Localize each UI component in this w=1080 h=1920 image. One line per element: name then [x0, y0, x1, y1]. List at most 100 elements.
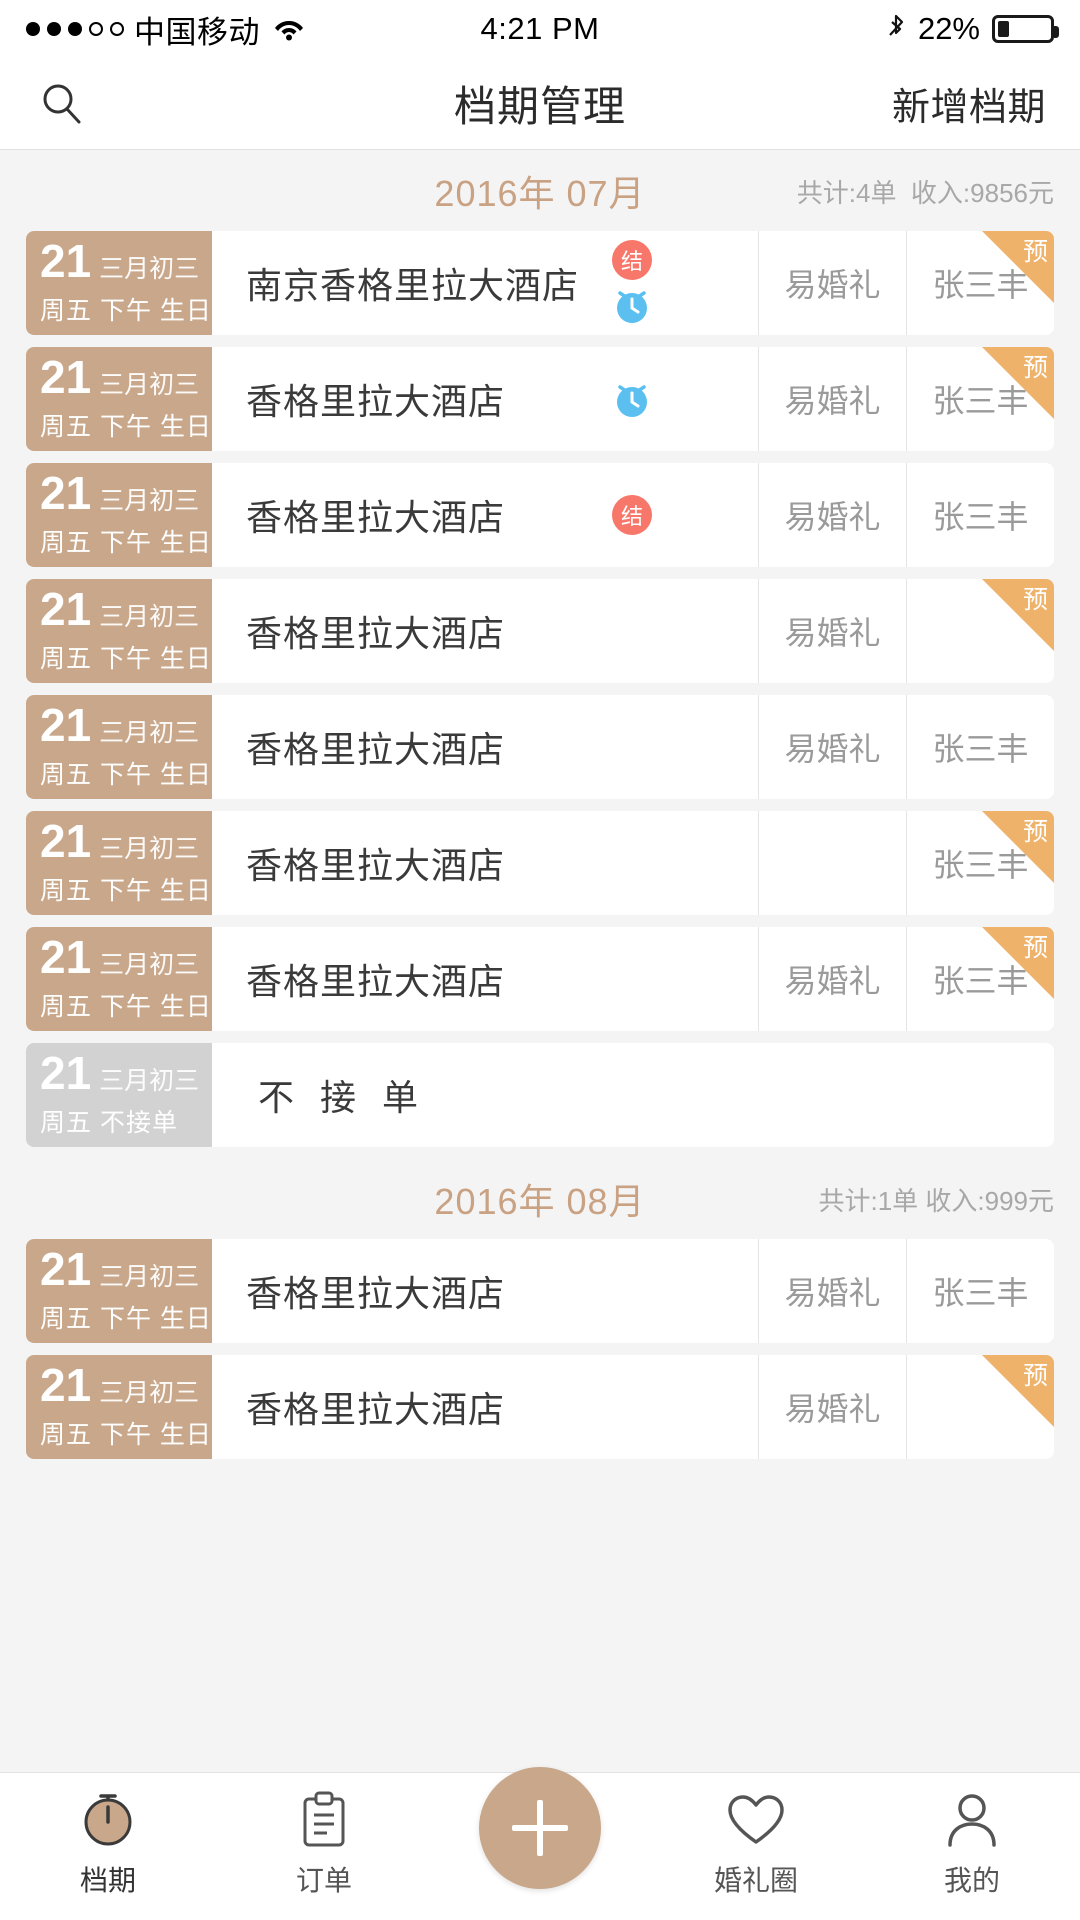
venue-label: 香格里拉大酒店 [246, 381, 506, 422]
card-body: 不 接 单 [212, 1043, 1054, 1147]
status-badges [606, 579, 658, 683]
date-day: 21 [40, 1046, 92, 1099]
status-badges [606, 347, 658, 451]
tab-schedule[interactable]: 档期 [0, 1773, 216, 1899]
battery-icon [992, 15, 1059, 43]
card-body: 南京香格里拉大酒店结易婚礼 张三丰 [212, 231, 1054, 335]
venue-label: 香格里拉大酒店 [246, 845, 506, 886]
card-body: 香格里拉大酒店 易婚礼 张三丰 [212, 927, 1054, 1031]
date-detail: 周五 下午 生日宴 [40, 412, 238, 441]
month-header: 2016年 08月 共计:1单 收入:999元 [0, 1159, 1080, 1239]
company-label: 易婚礼 [758, 463, 906, 567]
battery-percent-label: 22% [917, 11, 980, 46]
reserved-ribbon: 预 [982, 231, 1054, 303]
schedule-list[interactable]: 2016年 07月 共计:4单 收入:9856元 21 三月初三 周五 下午 生日宴 南京… [0, 151, 1080, 1772]
status-bar-right: 22% [886, 11, 1059, 47]
schedule-card[interactable]: 21 三月初三 周五 下午 生日宴 香格里拉大酒店 张三丰预 [26, 811, 1054, 915]
date-day: 21 [40, 466, 92, 519]
card-body: 香格里拉大酒店 结 易婚礼 张三丰 [212, 463, 1054, 567]
alarm-clock-icon [611, 378, 653, 420]
date-badge: 21 三月初三周五 下午 生日宴 [26, 1239, 238, 1343]
company-label: 易婚礼 [758, 347, 906, 451]
plus-icon[interactable] [479, 1767, 601, 1889]
venue-label: 香格里拉大酒店 [246, 497, 506, 538]
date-badge: 21 三月初三 周五 下午 生日宴 [26, 927, 238, 1031]
tab-profile[interactable]: 我的 [864, 1773, 1080, 1899]
no-order-label: 不 接 单 [258, 1077, 427, 1118]
date-detail: 周五 下午 生日宴 [40, 992, 238, 1021]
reserved-ribbon: 预 [982, 927, 1054, 999]
schedule-clock-icon [79, 1791, 137, 1849]
schedule-card[interactable]: 21 三月初三 周五 下午 生日宴 香格里拉大酒店 易婚礼 预 [26, 579, 1054, 683]
date-lunar: 三月初三 [99, 834, 200, 863]
status-badges: 结 [606, 231, 658, 335]
month-summary: 共计:1单 收入:999元 [818, 1185, 1054, 1216]
date-lunar: 三月初三 [99, 486, 200, 515]
schedule-card[interactable]: 21 三月初三 周五 下午 生日宴 香格里拉大酒店 易婚礼 张三丰预 [26, 347, 1054, 451]
venue-label: 香格里拉大酒店 [246, 613, 506, 654]
company-label: 易婚礼 [758, 231, 906, 335]
tab-label: 档期 [79, 1865, 136, 1896]
ribbon-label: 预 [1022, 354, 1048, 382]
status-bar: 中国移动 4:21 PM 22% [0, 0, 1080, 58]
schedule-card[interactable]: 21 三月初三 周五 下午 生日宴 香格里拉大酒店 易婚礼 张三丰 [26, 1239, 1054, 1343]
company-label: 易婚礼 [758, 695, 906, 799]
date-day: 21 [40, 814, 92, 867]
date-day: 21 [40, 1242, 92, 1295]
person-label: 张三丰 [906, 1239, 1054, 1343]
card-body: 香格里拉大酒店 易婚礼 [212, 1355, 1054, 1459]
date-badge: 21 三月初三周五 下午 生日宴 [26, 695, 238, 799]
clipboard-icon [297, 1791, 351, 1849]
ribbon-label: 预 [1022, 818, 1048, 846]
date-badge: 21 三月初三 周五 下午 生日宴 [26, 231, 237, 335]
schedule-card[interactable]: 21 三月初三 周五 下午 生日宴 香格里拉大酒店 易婚礼 张三丰预 [26, 927, 1054, 1031]
tab-add[interactable] [432, 1767, 648, 1889]
venue-label: 香格里拉大酒店 [246, 729, 506, 770]
schedule-card[interactable]: 21 三月初三周五 下午 生日宴 香格里拉大酒店 易婚礼 张三丰 [26, 695, 1054, 799]
tab-bar: 档期 订单 婚礼圈 我的 [0, 1767, 1080, 1920]
venue-label: 香格里拉大酒店 [246, 1389, 506, 1430]
ribbon-label: 预 [1022, 1362, 1048, 1390]
date-lunar: 三月初三 [99, 718, 200, 747]
date-day: 21 [40, 1358, 92, 1411]
date-detail: 周五 下午 生日宴 [40, 1420, 238, 1449]
alarm-clock-icon [611, 284, 653, 326]
status-badges [606, 1239, 658, 1343]
date-badge: 21 三月初三周五 下午 生日宴 [26, 811, 238, 915]
date-lunar: 三月初三 [99, 370, 200, 399]
tab-orders[interactable]: 订单 [216, 1773, 432, 1899]
add-schedule-button[interactable]: 新增档期 [892, 76, 1046, 131]
company-label: 易婚礼 [758, 927, 906, 1031]
date-detail: 周五 下午 生日宴 [40, 644, 238, 673]
date-detail: 周五 下午 生日宴 [40, 528, 238, 557]
company-label: 易婚礼 [758, 1355, 906, 1459]
person-label: 张三丰 [906, 695, 1054, 799]
ribbon-label: 预 [1022, 586, 1048, 614]
schedule-card[interactable]: 21 三月初三周五 下午 生日宴 香格里拉大酒店 易婚礼 预 [26, 1355, 1054, 1459]
bluetooth-icon [886, 14, 906, 44]
status-badges [606, 811, 658, 915]
date-day: 21 [40, 698, 92, 751]
date-badge: 21 三月初三周五 下午 生日宴 [26, 1355, 238, 1459]
schedule-card[interactable]: 21 三月初三周五 下午 生日宴 香格里拉大酒店 结 易婚礼 张三丰 [26, 463, 1054, 567]
person-icon [943, 1791, 1001, 1849]
reserved-ribbon: 预 [982, 579, 1054, 651]
ribbon-label: 预 [1022, 934, 1048, 962]
month-summary: 共计:4单 收入:9856元 [796, 177, 1054, 208]
date-lunar: 三月初三 [99, 1262, 200, 1291]
tab-label: 婚礼圈 [713, 1865, 798, 1896]
reserved-ribbon: 预 [982, 347, 1054, 419]
date-detail: 周五 下午 生日宴 [40, 876, 238, 905]
date-detail: 周五 下午 生日宴 [40, 760, 238, 789]
heart-icon [726, 1791, 786, 1849]
month-header: 2016年 07月 共计:4单 收入:9856元 [0, 151, 1080, 231]
date-lunar: 三月初三 [99, 1378, 200, 1407]
date-detail: 周五 下午 生日宴 [40, 1304, 238, 1333]
company-label [758, 811, 906, 915]
venue-label: 香格里拉大酒店 [246, 961, 506, 1002]
tab-wedding-circle[interactable]: 婚礼圈 [648, 1773, 864, 1899]
card-body: 香格里拉大酒店 易婚礼 张三丰 [212, 695, 1054, 799]
schedule-card[interactable]: 21 三月初三 周五 下午 生日宴 南京香格里拉大酒店结易婚礼 张三丰预 [26, 231, 1054, 335]
date-day: 21 [40, 350, 92, 403]
schedule-card[interactable]: 21 三月初三 周五 不接单 不 接 单 [26, 1043, 1054, 1147]
